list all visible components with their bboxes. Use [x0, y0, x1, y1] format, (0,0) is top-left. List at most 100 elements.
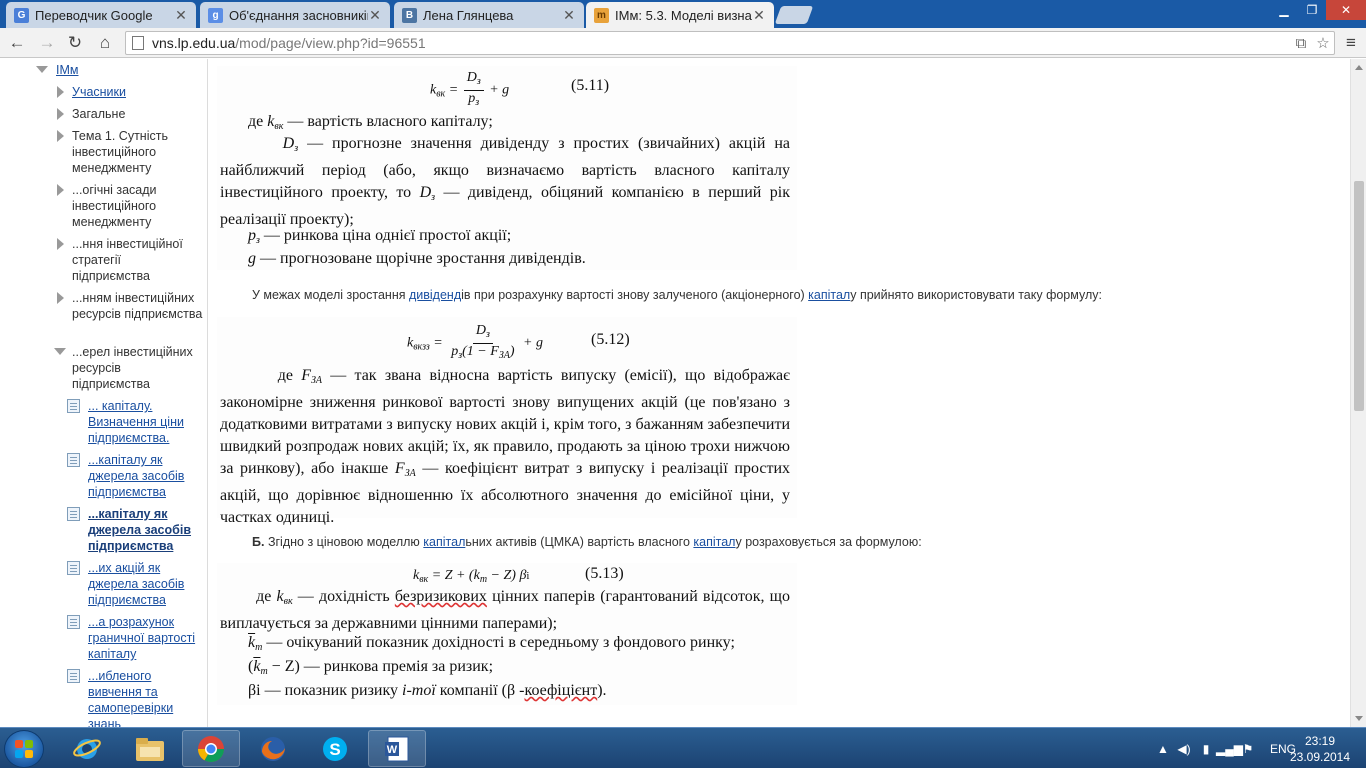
minimize-icon[interactable]: ▁ — [1270, 0, 1298, 20]
back-icon[interactable]: ← — [6, 32, 28, 54]
tab-moodle-active[interactable]: m ІМм: 5.3. Моделі визначе ✕ — [586, 2, 774, 28]
close-icon[interactable]: ✕ — [368, 7, 382, 24]
home-icon[interactable]: ⌂ — [94, 32, 116, 54]
text-image-block-1: kвк = Dз pз + g (5.11) де kвк — вартість … — [217, 66, 797, 270]
text-image-block-2: kвкзз = Dз pз(1 − FЗА) + g (5.12) де FЗА … — [217, 317, 797, 526]
nav-topic-4[interactable]: ...нням інвестиційних ресурсів підприємс… — [57, 290, 207, 322]
menu-icon[interactable]: ≡ — [1340, 32, 1362, 54]
close-window-icon[interactable]: ✕ — [1326, 0, 1366, 20]
definition-beta: βі — показник ризику і-тої компанії (β -… — [248, 682, 607, 699]
tab-title: Переводчик Google — [35, 7, 153, 23]
scroll-up-icon[interactable] — [1355, 65, 1363, 70]
nav-course-label: ІМм — [56, 63, 79, 77]
tab-google[interactable]: g Об'єднання засновників ✕ — [200, 2, 390, 28]
tab-google-translate[interactable]: G Переводчик Google ✕ — [6, 2, 196, 28]
glossary-link[interactable]: дивіденд — [409, 288, 461, 302]
chevron-right-icon — [57, 238, 64, 250]
page-resource-icon — [67, 669, 80, 683]
nav-topic-2[interactable]: ...огічні засади інвестиційного менеджме… — [57, 182, 202, 230]
nav-course[interactable]: ІМм — [36, 62, 79, 78]
nav-label: ...ерел інвестиційних ресурсів підприємс… — [72, 345, 193, 391]
new-tab-button[interactable] — [774, 6, 814, 24]
start-button[interactable] — [4, 730, 44, 768]
address-bar[interactable]: vns.lp.edu.ua/mod/page/view.php?id=96551… — [125, 31, 1335, 55]
definition-km: km — очікуваний показник дохідності в се… — [248, 634, 735, 653]
chrome-icon[interactable] — [182, 730, 240, 767]
page-icon — [132, 36, 144, 50]
flag-icon[interactable]: ⚑ — [1238, 742, 1258, 756]
bookmark-star-icon[interactable]: ☆ — [1312, 34, 1334, 52]
vk-icon: B — [402, 7, 417, 23]
svg-text:W: W — [387, 744, 398, 756]
formula-5-11: kвк = Dз pз + g — [430, 70, 510, 108]
word-icon[interactable]: W — [368, 730, 426, 767]
nav-label: ...ння інвестиційної стратегії підприємс… — [72, 237, 183, 283]
resource-link[interactable]: ... капіталу. Визначення ціни підприємст… — [88, 398, 203, 446]
nav-label: Тема 1. Сутність інвестиційного менеджме… — [72, 129, 168, 175]
tab-title: Лена Глянцева — [423, 7, 514, 23]
close-icon[interactable]: ✕ — [752, 7, 766, 24]
nav-participants[interactable]: Учасники — [57, 84, 202, 100]
tray-expand-icon[interactable]: ▲ — [1154, 742, 1172, 756]
vertical-scrollbar[interactable] — [1350, 59, 1366, 727]
browser-toolbar: ← → ↻ ⌂ vns.lp.edu.ua/mod/page/view.php?… — [0, 28, 1366, 58]
explorer-icon[interactable] — [121, 730, 179, 767]
chevron-right-icon — [57, 86, 64, 98]
ie-icon[interactable] — [58, 730, 116, 767]
network-icon[interactable]: ▂▄▆ — [1216, 742, 1243, 756]
tab-vk[interactable]: B Лена Глянцева ✕ — [394, 2, 584, 28]
resource-link[interactable]: ...ибленого вивчення та самоперевірки зн… — [88, 668, 203, 727]
url-host: vns.lp.edu.ua — [152, 35, 236, 51]
firefox-icon[interactable] — [244, 730, 302, 767]
chevron-down-icon — [36, 66, 48, 73]
resource-link[interactable]: ...а розрахунок граничної вартості капіт… — [88, 614, 203, 662]
url-path: /mod/page/view.php?id=96551 — [235, 35, 426, 51]
chevron-right-icon — [57, 108, 64, 120]
resource-link-current[interactable]: ...капіталу як джерела засобів підприємс… — [88, 506, 203, 554]
paragraph-growth-model: У межах моделі зростання дивідендів при … — [252, 288, 1102, 302]
close-icon[interactable]: ✕ — [174, 7, 188, 24]
tab-title: Об'єднання засновників — [229, 7, 368, 23]
page-resource-icon — [67, 507, 80, 521]
page-resource-icon — [67, 453, 80, 467]
definition-g: g — прогнозоване щорічне зростання дивід… — [248, 250, 586, 267]
google-icon: g — [208, 7, 223, 23]
nav-topic-3[interactable]: ...ння інвестиційної стратегії підприємс… — [57, 236, 202, 284]
nav-label: ...огічні засади інвестиційного менеджме… — [72, 183, 157, 229]
url-text[interactable]: vns.lp.edu.ua/mod/page/view.php?id=96551 — [152, 35, 1290, 51]
nav-general[interactable]: Загальне — [57, 106, 202, 122]
page-resource-icon — [67, 561, 80, 575]
chevron-down-icon — [54, 348, 66, 355]
nav-topic-5[interactable]: ...ерел інвестиційних ресурсів підприємс… — [54, 344, 202, 392]
chevron-right-icon — [57, 184, 64, 196]
system-tray: ▲ ◀) ▮ ▂▄▆ ⚑ ENG — [1154, 728, 1296, 768]
reload-icon[interactable]: ↻ — [64, 32, 86, 54]
page-content: kвк = Dз pз + g (5.11) де kвк — вартість … — [208, 59, 1350, 727]
resource-link[interactable]: ...капіталу як джерела засобів підприємс… — [88, 452, 203, 500]
clock[interactable]: 23:19 23.09.2014 — [1284, 733, 1356, 765]
formula-5-12: kвкзз = Dз pз(1 − FЗА) + g — [407, 323, 543, 361]
battery-icon[interactable]: ▮ — [1196, 742, 1216, 756]
clock-time: 23:19 — [1304, 734, 1336, 748]
restore-icon[interactable]: ❐ — [1298, 0, 1326, 20]
glossary-link[interactable]: капітал — [423, 535, 465, 549]
tab-title: ІМм: 5.3. Моделі визначе — [615, 7, 752, 23]
resource-link[interactable]: ...их акцій як джерела засобів підприємс… — [88, 560, 203, 608]
glossary-link[interactable]: капітал — [808, 288, 850, 302]
close-icon[interactable]: ✕ — [562, 7, 576, 24]
glossary-link[interactable]: капітал — [693, 535, 735, 549]
nav-topic-1[interactable]: Тема 1. Сутність інвестиційного менеджме… — [57, 128, 202, 176]
paragraph-capm: Б. Згідно з ціновою моделлю капітальних … — [252, 535, 922, 549]
volume-icon[interactable]: ◀) — [1172, 742, 1196, 756]
scroll-down-icon[interactable] — [1355, 716, 1363, 721]
forward-icon[interactable]: → — [36, 32, 58, 54]
nav-label: Загальне — [72, 107, 126, 121]
scroll-thumb[interactable] — [1354, 181, 1364, 411]
chevron-right-icon — [57, 292, 64, 304]
formula-number: (5.13) — [585, 565, 624, 582]
nav-label: ...нням інвестиційних ресурсів підприємс… — [72, 291, 203, 321]
translate-icon[interactable]: ⧉ — [1290, 35, 1312, 52]
skype-icon[interactable]: S — [306, 730, 364, 767]
page-resource-icon — [67, 615, 80, 629]
windows-taskbar: S W ▲ ◀) ▮ ▂▄▆ ⚑ ENG 23:19 23.09.2014 — [0, 727, 1366, 768]
